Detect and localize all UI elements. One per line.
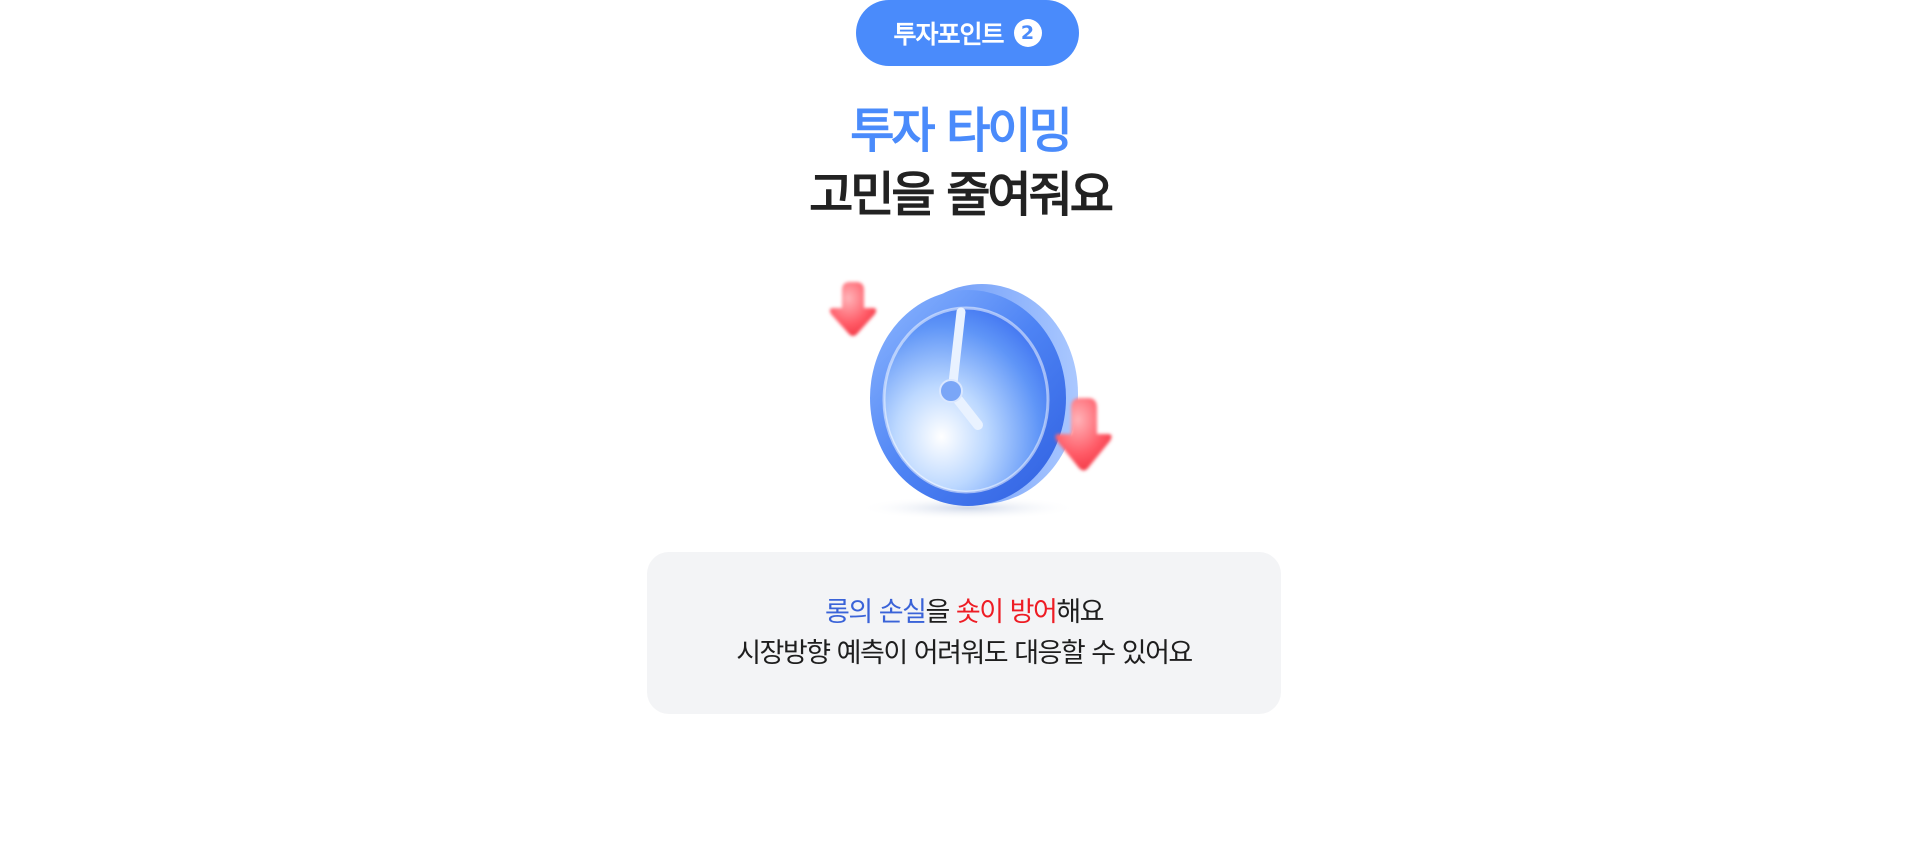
info-text: 해요 xyxy=(1056,597,1104,628)
heading-highlight: 투자 타이밍 xyxy=(850,103,1073,159)
down-arrow-icon xyxy=(829,282,877,336)
badge-number: 2 xyxy=(1013,19,1042,47)
clock-center xyxy=(939,379,963,403)
info-highlight-blue: 롱의 손실 xyxy=(824,597,927,628)
page: 투자포인트 2 투자 타이밍 고민을 줄여줘요 롱의 손실을 숏이 방어해요 시… xyxy=(0,0,1920,851)
info-line-1: 롱의 손실을 숏이 방어해요 xyxy=(824,592,1105,633)
investment-point-badge: 투자포인트 2 xyxy=(856,0,1079,66)
info-highlight-red: 숏이 방어 xyxy=(955,597,1058,628)
heading-main: 고민을 줄여줘요 xyxy=(809,167,1114,223)
badge-label: 투자포인트 xyxy=(893,20,1004,49)
clock-illustration xyxy=(820,270,1120,530)
info-text: 을 xyxy=(925,597,956,628)
info-box: 롱의 손실을 숏이 방어해요 시장방향 예측이 어려워도 대응할 수 있어요 xyxy=(647,552,1281,714)
info-line-2: 시장방향 예측이 어려워도 대응할 수 있어요 xyxy=(736,638,1193,669)
